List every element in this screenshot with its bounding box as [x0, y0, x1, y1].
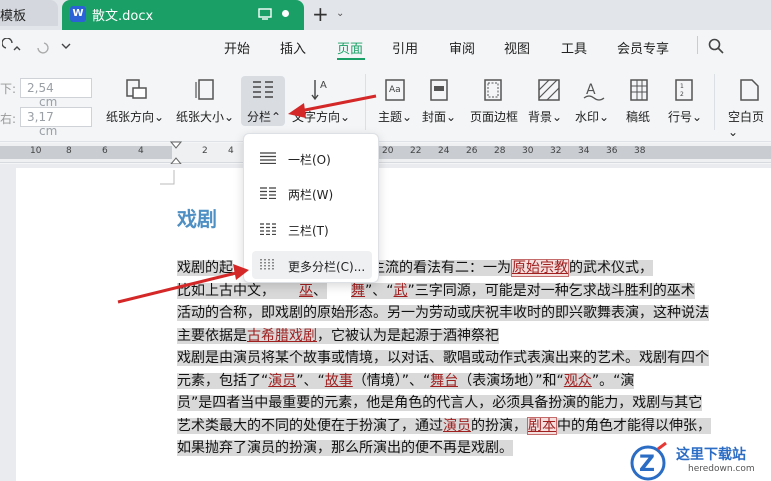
- watermark-name: 这里下载站: [676, 447, 746, 463]
- arrow-to-more-columns: [117, 264, 249, 304]
- annotation-arrows: [117, 94, 377, 304]
- watermark-url: heredown.com: [688, 464, 755, 474]
- svg-text:Z: Z: [639, 452, 655, 477]
- arrow-to-columns-button: [288, 94, 377, 118]
